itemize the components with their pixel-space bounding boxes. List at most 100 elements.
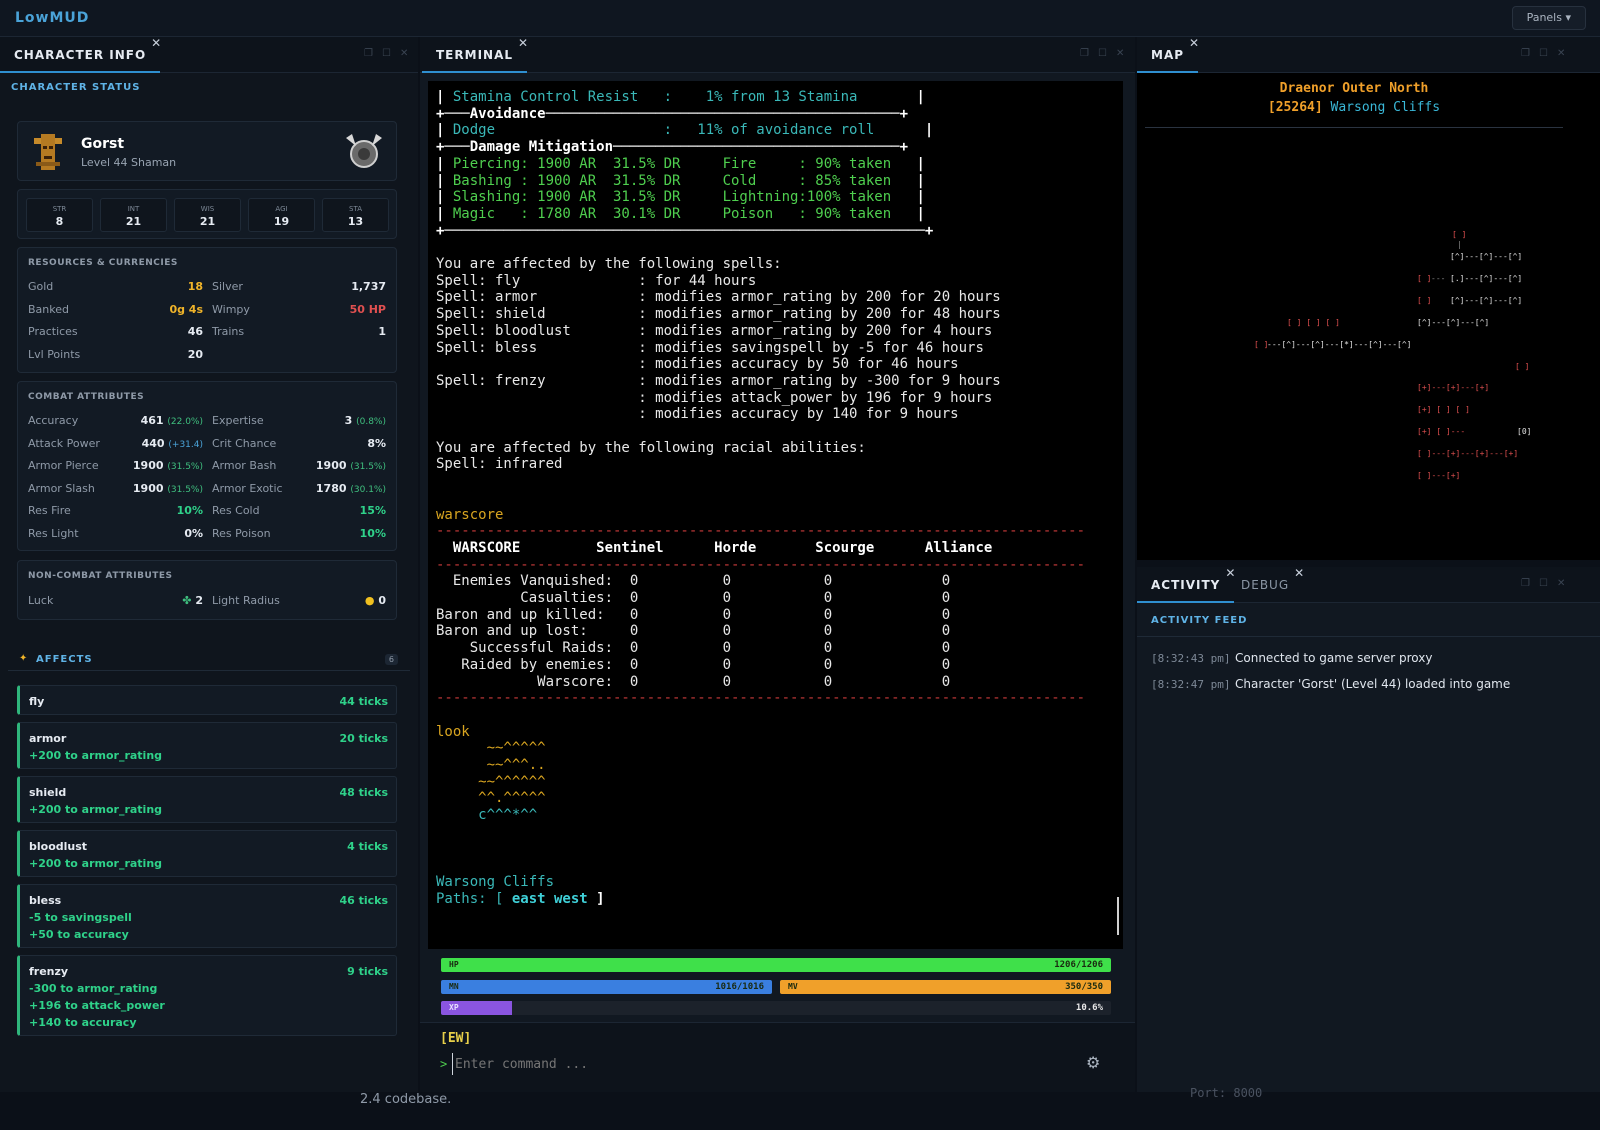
combat-value: 440 (+31.4) xyxy=(108,437,203,450)
terminal-segment: | xyxy=(916,189,925,206)
terminal-line: | Bashing : 1900 AR 31.5% DR Cold : 85% … xyxy=(436,173,925,190)
terminal-segment: Slashing: 1900 AR 31.5% DR Lightning:100… xyxy=(452,189,917,206)
affect-ticks: 44 ticks xyxy=(339,695,388,708)
background-strip: 2.4 codebase. Port: 8000 xyxy=(0,1086,1600,1130)
terminal-segment: : modifies accuracy by 140 for 9 hours xyxy=(436,406,959,423)
terminal-line: WARSCORE Sentinel Horde Scourge Alliance xyxy=(436,540,992,557)
close-panel-icon[interactable]: ✕ xyxy=(400,48,408,59)
panels-button[interactable]: Panels ▾ xyxy=(1511,6,1586,30)
affect-item-armor[interactable]: armor 20 ticks +200 to armor_rating xyxy=(17,722,397,769)
gear-icon[interactable]: ⚙ xyxy=(1086,1053,1100,1072)
primary-stats: STR 8 INT 21 WIS 21 AGI 19 STA 13 xyxy=(17,189,397,239)
terminal-line: look xyxy=(436,724,470,741)
combat-value-sub: (31.5%) xyxy=(167,462,203,472)
section-title: CHARACTER STATUS xyxy=(11,82,141,93)
terminal-segment: +───────────────────────────────────────… xyxy=(436,222,934,239)
affect-item-bless[interactable]: bless 46 ticks -5 to savingspell +50 to acc… xyxy=(17,884,397,948)
affect-item-fly[interactable]: fly 44 ticks xyxy=(17,685,397,715)
tab-character-info[interactable]: CHARACTER INFO ✕ xyxy=(0,37,162,73)
terminal-segment: ────────────────────────────────────────… xyxy=(545,105,909,122)
combat-value: 1900 (31.5%) xyxy=(108,482,203,495)
terminal-line: c^^^*^^ xyxy=(436,807,537,824)
terminal-line: +───Avoidance───────────────────────────… xyxy=(436,106,908,123)
activity-text: Connected to game server proxy xyxy=(1235,651,1433,665)
terminal-line: Spell: fly : for 44 hours xyxy=(436,273,756,290)
mana-value: 1016/1016 xyxy=(715,982,764,992)
terminal-segment: Spell: frenzy : modifies armor_rating by… xyxy=(436,372,1001,389)
resource-value: 50 HP xyxy=(349,302,386,316)
affect-item-shield[interactable]: shield 48 ticks +200 to armor_rating xyxy=(17,776,397,823)
terminal-line: ~~^^^^^ xyxy=(436,740,546,757)
close-icon[interactable]: ✕ xyxy=(518,37,529,61)
terminal-line: ^^.^^^^^ xyxy=(436,790,545,807)
combat-value: 1900 (31.5%) xyxy=(288,459,386,472)
affect-item-bloodlust[interactable]: bloodlust 4 ticks +200 to armor_rating xyxy=(17,830,397,877)
terminal-segment: Spell: infrared xyxy=(436,456,563,473)
affect-modifier: +200 to armor_rating xyxy=(29,803,163,816)
affect-ticks: 46 ticks xyxy=(339,894,388,907)
terminal-segment: ~~^^^^^^ xyxy=(436,773,546,790)
app-brand: LowMUD xyxy=(15,10,90,26)
affect-modifier: +50 to accuracy xyxy=(29,928,129,941)
terminal-tabbar: TERMINAL ✕ ❐ ☐ ✕ xyxy=(420,37,1135,73)
terminal-line: Spell: bless : modifies savingspell by -… xyxy=(436,340,984,357)
tab-activity[interactable]: ACTIVITY ✕ xyxy=(1137,567,1235,603)
terminal-line: Raided by enemies: 0 0 0 0 xyxy=(436,657,950,674)
bulb-icon: ● xyxy=(364,594,375,607)
command-area: [EW] > ⚙ xyxy=(420,1022,1135,1092)
resource-label: Lvl Points xyxy=(28,347,81,361)
popout-icon[interactable]: ❐ xyxy=(364,48,373,59)
terminal-segment: look xyxy=(436,723,470,740)
tab-label: TERMINAL xyxy=(436,48,514,62)
noncombat-box: NON-COMBAT ATTRIBUTES Luck ✤ 2 Light Rad… xyxy=(17,560,397,620)
close-icon[interactable]: ✕ xyxy=(1294,567,1305,591)
maximize-icon[interactable]: ☐ xyxy=(1098,48,1107,59)
terminal-segment: | xyxy=(436,189,453,206)
combat-value-sub: (+31.4) xyxy=(168,439,203,450)
tab-terminal[interactable]: TERMINAL ✕ xyxy=(422,37,529,73)
background-text-left: 2.4 codebase. xyxy=(360,1092,452,1107)
stat-sta: STA 13 xyxy=(322,198,389,232)
xp-value: 10.6% xyxy=(1075,1003,1103,1013)
combat-value-number: 3 xyxy=(344,414,353,427)
activity-timestamp: [8:32:47 pm] xyxy=(1151,678,1231,691)
activity-divider xyxy=(1137,636,1600,637)
affect-name: shield xyxy=(29,786,67,799)
combat-value-sub: (22.0%) xyxy=(167,417,203,427)
area-map: [ ] | [^]---[^]---[^] [ ] --- [.]---[^]---… xyxy=(1254,230,1531,480)
svg-text:[+] [ ]---: [+] [ ]--- xyxy=(1417,427,1465,436)
terminal-segment: ~~^^^^^ xyxy=(436,740,546,757)
terminal-segment: | xyxy=(436,205,453,222)
svg-text:---[^]---[^]---[*]---[^]---[^]: ---[^]---[^]---[*]---[^]---[^] xyxy=(1267,340,1412,349)
faction-crest-icon xyxy=(346,134,382,168)
tab-debug[interactable]: DEBUG ✕ xyxy=(1227,567,1305,603)
character-level-class: Level 44 Shaman xyxy=(81,156,177,169)
background-text-right: Port: 8000 xyxy=(1190,1086,1263,1100)
affect-name: armor xyxy=(29,732,67,745)
combat-label: Armor Pierce xyxy=(28,459,99,472)
command-input[interactable] xyxy=(452,1053,1072,1075)
activity-panel: ACTIVITY ✕ DEBUG ✕ ❐ ☐ ✕ ACTIVITY FEED [… xyxy=(1137,567,1600,1092)
terminal-line: Spell: armor : modifies armor_rating by … xyxy=(436,289,1001,306)
affect-ticks: 20 ticks xyxy=(339,732,388,745)
luck-value: ✤ 2 xyxy=(158,594,203,607)
terminal-output[interactable]: | Stamina Control Resist : 1% from 13 St… xyxy=(428,81,1123,949)
affect-item-frenzy[interactable]: frenzy 9 ticks -300 to armor_rating +196 to… xyxy=(17,955,397,1036)
close-icon[interactable]: ✕ xyxy=(151,37,162,61)
combat-label: Expertise xyxy=(212,414,264,427)
light-number: 0 xyxy=(378,594,386,607)
popout-icon[interactable]: ❐ xyxy=(1521,578,1530,589)
combat-box: COMBAT ATTRIBUTES Accuracy 461 (22.0%) Exp… xyxy=(17,381,397,551)
close-panel-icon[interactable]: ✕ xyxy=(1116,48,1124,59)
popout-icon[interactable]: ❐ xyxy=(1080,48,1089,59)
svg-text:---: --- xyxy=(1431,274,1445,283)
close-panel-icon[interactable]: ✕ xyxy=(1557,578,1565,589)
terminal-line: Spell: shield : modifies armor_rating by… xyxy=(436,306,1001,323)
svg-text:[+] [ ] [ ]: [+] [ ] [ ] xyxy=(1417,405,1470,414)
maximize-icon[interactable]: ☐ xyxy=(382,48,391,59)
terminal-line: Warsong Cliffs xyxy=(436,874,554,891)
mana-bar: MN 1016/1016 xyxy=(441,980,772,994)
maximize-icon[interactable]: ☐ xyxy=(1539,578,1548,589)
resource-value: 46 xyxy=(187,325,203,338)
scrollbar-thumb[interactable] xyxy=(1117,897,1119,935)
